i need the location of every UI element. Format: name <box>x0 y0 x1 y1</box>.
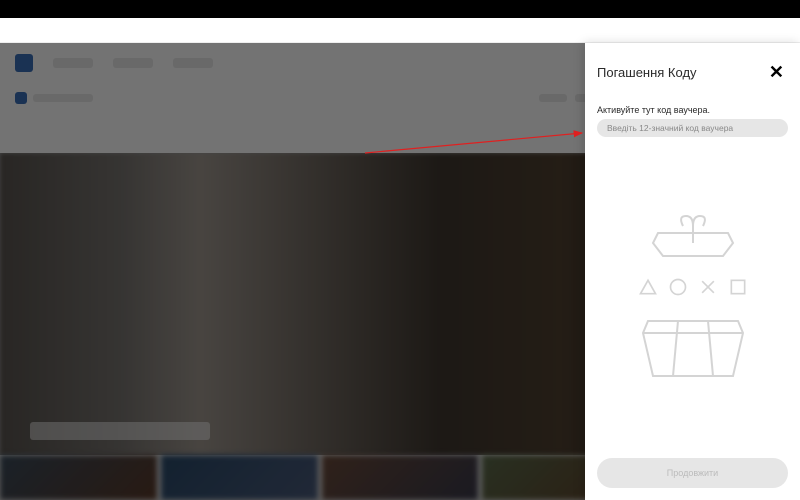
nav-blur <box>53 58 93 68</box>
redeem-code-panel: Погашення Коду ✕ Активуйте тут код вауче… <box>585 43 800 500</box>
gift-illustration <box>597 137 788 458</box>
instruction-text: Активуйте тут код ваучера. <box>597 105 788 115</box>
close-button[interactable]: ✕ <box>765 61 788 83</box>
main-area: Погашення Коду ✕ Активуйте тут код вауче… <box>0 43 800 500</box>
logo-blur <box>15 54 33 72</box>
text-blur <box>33 94 93 102</box>
icon-blur <box>15 92 27 104</box>
panel-header: Погашення Коду ✕ <box>597 61 788 83</box>
square-icon <box>728 277 748 297</box>
panel-title: Погашення Коду <box>597 65 697 80</box>
hero-caption-blur <box>30 422 210 440</box>
circle-icon <box>668 277 688 297</box>
browser-tab-bar <box>0 0 800 18</box>
close-icon: ✕ <box>769 62 784 82</box>
gift-box-icon <box>638 311 748 385</box>
voucher-code-input[interactable] <box>597 119 788 137</box>
playstation-symbols <box>638 277 748 297</box>
nav-blur <box>113 58 153 68</box>
browser-address-bar <box>0 18 800 43</box>
menu-blur <box>539 94 567 102</box>
nav-blur <box>173 58 213 68</box>
cross-icon <box>698 277 718 297</box>
triangle-icon <box>638 277 658 297</box>
gift-lid-icon <box>648 211 738 263</box>
continue-button[interactable]: Продовжити <box>597 458 788 488</box>
